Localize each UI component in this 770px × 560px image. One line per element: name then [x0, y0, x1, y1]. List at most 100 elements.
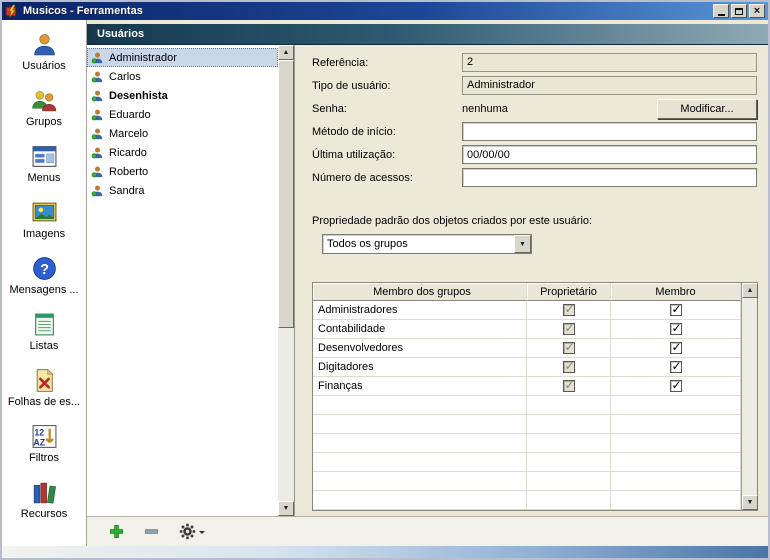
table-row-empty [313, 434, 741, 453]
user-list-item[interactable]: Marcelo [87, 124, 278, 143]
minimize-icon [718, 14, 725, 16]
user-list-item[interactable]: Eduardo [87, 105, 278, 124]
member-cell [611, 320, 741, 338]
minimize-button[interactable] [713, 4, 729, 18]
remove-user-button[interactable] [140, 521, 162, 543]
user-list-item[interactable]: Sandra [87, 181, 278, 200]
table-scroll-down-button[interactable] [742, 495, 758, 510]
person-icon [91, 146, 104, 159]
sidebar-item-folhas-de-estilo[interactable]: Folhas de es... [2, 367, 86, 423]
maximize-button[interactable] [731, 4, 747, 18]
user-item-label: Eduardo [109, 109, 151, 121]
sidebar-item-listas[interactable]: Listas [2, 311, 86, 367]
member-cell [611, 301, 741, 319]
member-checkbox[interactable] [670, 361, 682, 373]
ultima-utilizacao-input[interactable] [462, 145, 757, 164]
close-button[interactable] [749, 4, 765, 18]
sidebar-item-imagens[interactable]: Imagens [2, 199, 86, 255]
group-name-cell: Contabilidade [313, 320, 527, 338]
grupo-padrao-combobox[interactable]: Todos os grupos [322, 234, 532, 254]
owner-checkbox[interactable] [563, 304, 575, 316]
groups-table: Membro dos grupos Proprietário Membro Ad… [312, 282, 758, 511]
user-list: Administrador Carlos Desenhista Eduardo [87, 45, 295, 516]
add-user-button[interactable] [105, 521, 127, 543]
sidebar-item-label: Menus [27, 172, 60, 184]
member-checkbox[interactable] [670, 342, 682, 354]
bottom-gradient-strip [2, 546, 768, 558]
referencia-field: 2 [462, 53, 757, 72]
sidebar-item-label: Listas [30, 340, 59, 352]
tipo-usuario-label: Tipo de usuário: [312, 80, 462, 92]
page-title: Usuários [97, 28, 144, 40]
person-icon [91, 127, 104, 140]
table-row-empty [313, 472, 741, 491]
numero-acessos-label: Número de acessos: [312, 172, 462, 184]
table-row-empty [313, 453, 741, 472]
user-item-label: Administrador [109, 52, 177, 64]
sidebar-item-label: Usuários [22, 60, 65, 72]
sidebar-item-label: Mensagens ... [9, 284, 78, 296]
combobox-value: Todos os grupos [323, 235, 514, 253]
sidebar-item-mensagens[interactable]: ? Mensagens ... [2, 255, 86, 311]
user-list-item[interactable]: Roberto [87, 162, 278, 181]
table-row: Desenvolvedores [313, 339, 741, 358]
owner-checkbox[interactable] [563, 323, 575, 335]
member-checkbox[interactable] [670, 323, 682, 335]
scroll-up-button[interactable] [278, 45, 294, 60]
sidebar-item-recursos[interactable]: Recursos [2, 479, 86, 535]
numero-acessos-input[interactable] [462, 168, 757, 187]
user-list-item[interactable]: Desenhista [87, 86, 278, 105]
user-list-scrollbar[interactable] [278, 45, 294, 516]
actions-menu-button[interactable] [175, 521, 209, 543]
user-item-label: Roberto [109, 166, 148, 178]
svg-text:AZ: AZ [33, 437, 45, 447]
sidebar-item-grupos[interactable]: Grupos [2, 87, 86, 143]
header-membro-dos-grupos: Membro dos grupos [313, 283, 527, 301]
person-icon [91, 108, 104, 121]
scroll-thumb[interactable] [278, 60, 294, 328]
header-membro: Membro [611, 283, 741, 301]
groups-icon [31, 87, 58, 114]
group-name-cell: Digitadores [313, 358, 527, 376]
scroll-down-button[interactable] [278, 501, 294, 516]
filters-icon: 12AZ [31, 423, 58, 450]
table-row-empty [313, 415, 741, 434]
tipo-usuario-field: Administrador [462, 76, 757, 95]
details-panel: Referência: 2 Tipo de usuário: Administr… [295, 45, 768, 516]
sidebar-item-filtros[interactable]: 12AZ Filtros [2, 423, 86, 479]
group-name-cell: Desenvolvedores [313, 339, 527, 357]
metodo-inicio-input[interactable] [462, 122, 757, 141]
user-list-item[interactable]: Carlos [87, 67, 278, 86]
person-icon [91, 165, 104, 178]
member-checkbox[interactable] [670, 304, 682, 316]
owner-checkbox[interactable] [563, 380, 575, 392]
sidebar-item-usuarios[interactable]: Usuários [2, 31, 86, 87]
sidebar-item-label: Grupos [26, 116, 62, 128]
messages-icon: ? [31, 255, 58, 282]
table-scrollbar[interactable] [741, 283, 757, 510]
ultima-utilizacao-label: Última utilização: [312, 149, 462, 161]
titlebar[interactable]: Musicos - Ferramentas [2, 2, 768, 20]
table-scroll-up-button[interactable] [742, 283, 758, 298]
person-icon [91, 184, 104, 197]
user-item-label: Ricardo [109, 147, 147, 159]
table-row: Finanças [313, 377, 741, 396]
sidebar-item-label: Recursos [21, 508, 67, 520]
sidebar-item-menus[interactable]: Menus [2, 143, 86, 199]
modificar-button[interactable]: Modificar... [657, 99, 757, 119]
sidebar-item-label: Imagens [23, 228, 65, 240]
maximize-icon [735, 8, 743, 15]
sidebar-item-label: Filtros [29, 452, 59, 464]
member-checkbox[interactable] [670, 380, 682, 392]
owner-checkbox[interactable] [563, 361, 575, 373]
table-row-empty [313, 491, 741, 510]
owner-checkbox[interactable] [563, 342, 575, 354]
user-list-item[interactable]: Administrador [87, 48, 278, 67]
referencia-label: Referência: [312, 57, 462, 69]
table-row: Administradores [313, 301, 741, 320]
user-list-item[interactable]: Ricardo [87, 143, 278, 162]
person-icon [91, 89, 104, 102]
owner-cell [527, 377, 611, 395]
table-row: Contabilidade [313, 320, 741, 339]
combobox-arrow-button[interactable] [514, 235, 531, 253]
